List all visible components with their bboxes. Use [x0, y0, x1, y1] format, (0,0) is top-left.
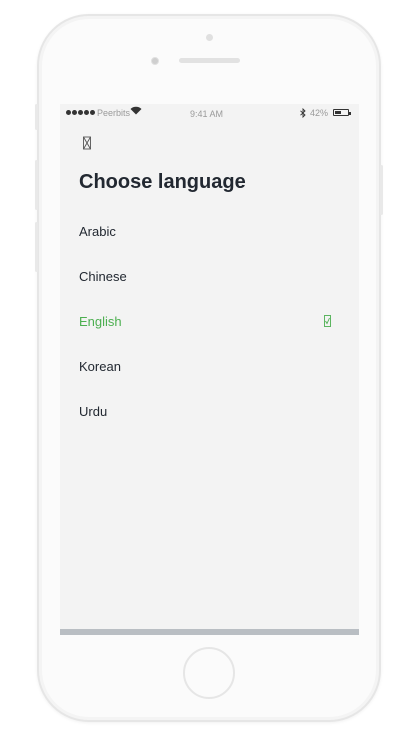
checkmark-icon	[324, 315, 331, 330]
back-icon[interactable]	[82, 136, 92, 150]
language-label: Arabic	[79, 224, 116, 239]
language-item-urdu[interactable]: Urdu	[60, 389, 359, 434]
status-time: 9:41 AM	[190, 109, 224, 119]
language-item-korean[interactable]: Korean	[60, 344, 359, 389]
power-button	[380, 165, 383, 215]
proximity-sensor	[151, 57, 159, 65]
status-bar: Peerbits 9:41 AM 42%	[60, 104, 359, 122]
screen: Peerbits 9:41 AM 42% Choose language Ara…	[60, 104, 359, 630]
battery-percentage: 42%	[310, 108, 329, 118]
earpiece-speaker	[179, 58, 240, 63]
language-item-english[interactable]: English	[60, 299, 359, 344]
volume-down-button	[35, 222, 38, 272]
language-label: English	[79, 314, 122, 329]
carrier-name: Peerbits	[97, 108, 131, 118]
language-label: Chinese	[79, 269, 127, 284]
home-button[interactable]	[183, 647, 235, 699]
language-item-arabic[interactable]: Arabic	[60, 209, 359, 254]
language-label: Urdu	[79, 404, 108, 419]
volume-up-button	[35, 160, 38, 210]
page-title: Choose language	[79, 171, 246, 193]
bottom-bar	[60, 629, 359, 635]
battery-icon	[333, 109, 351, 116]
front-camera	[206, 34, 213, 41]
bluetooth-icon	[300, 107, 306, 120]
language-item-chinese[interactable]: Chinese	[60, 254, 359, 299]
language-list: Arabic Chinese English Korean Urdu	[60, 209, 359, 434]
language-label: Korean	[79, 359, 121, 374]
wifi-icon	[130, 106, 142, 118]
signal-strength-icon	[66, 110, 95, 115]
silent-switch	[35, 104, 38, 130]
